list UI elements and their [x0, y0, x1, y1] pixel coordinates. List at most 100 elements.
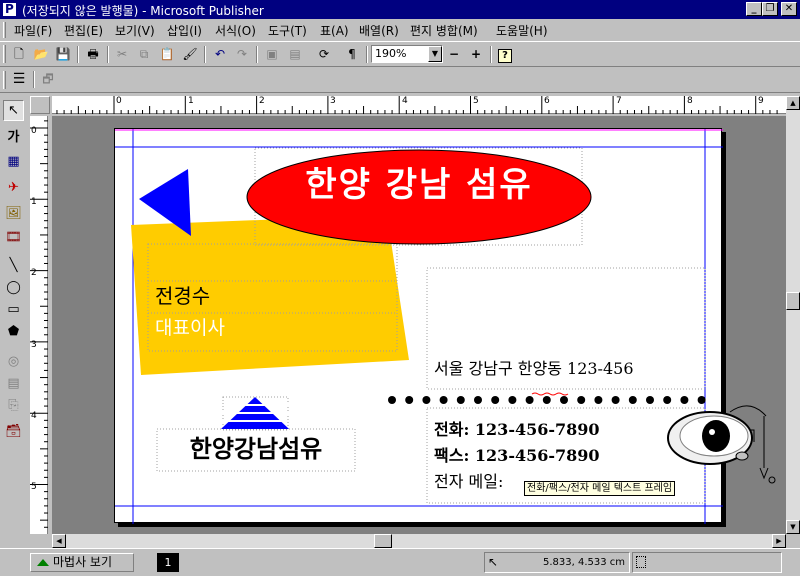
- publisher-app-icon[interactable]: [2, 2, 17, 17]
- custom-shape-tool-icon[interactable]: ⬟: [3, 322, 24, 343]
- object-size-icon: [636, 556, 646, 568]
- horizontal-ruler-ticks: [56, 96, 778, 114]
- divider-dot: [611, 396, 620, 404]
- clip-gallery-tool-icon[interactable]: 🎞: [3, 228, 24, 249]
- phone-text[interactable]: 전화: 123-456-7890: [434, 417, 600, 443]
- ruler-number: 1: [31, 197, 37, 207]
- menu-insert[interactable]: 삽입(I): [167, 22, 202, 39]
- person-title[interactable]: 대표이사: [155, 315, 225, 341]
- ruler-number: 4: [31, 411, 37, 421]
- line-tool-icon[interactable]: ╲: [3, 256, 24, 277]
- menu-bar: 파일(F) 편집(E) 보기(V) 삽입(I) 서식(O) 도구(T) 표(A)…: [0, 19, 800, 41]
- menu-file[interactable]: 파일(F): [14, 22, 52, 39]
- text-frame-tool-icon[interactable]: 가: [3, 128, 24, 149]
- divider-dot: [405, 396, 414, 404]
- send-to-back-icon[interactable]: ▤: [285, 45, 305, 64]
- design-gallery-tool-icon[interactable]: 🗃: [3, 422, 24, 443]
- align-icon[interactable]: ☰: [9, 70, 29, 89]
- print-icon[interactable]: 🖶: [83, 45, 103, 64]
- vertical-scrollbar[interactable]: ▲ ▼: [786, 96, 800, 534]
- cut-icon[interactable]: ✂: [112, 45, 132, 64]
- page-number-indicator[interactable]: 1: [157, 553, 179, 572]
- scroll-down-button[interactable]: ▼: [786, 520, 800, 534]
- show-special-characters-icon[interactable]: ¶: [342, 45, 362, 64]
- ruler-number: 5: [473, 96, 479, 106]
- menu-mail-merge[interactable]: 편지 병합(M): [410, 22, 478, 39]
- minimize-button[interactable]: _: [746, 2, 762, 16]
- toolbar-grip[interactable]: [3, 45, 6, 63]
- paste-icon[interactable]: 📋: [157, 45, 177, 64]
- rotate-icon[interactable]: ⟳: [314, 45, 334, 64]
- menu-arrange[interactable]: 배열(R): [359, 22, 399, 39]
- ruler-number: 7: [616, 96, 622, 106]
- ruler-number: 2: [31, 268, 37, 278]
- ruler-number: 4: [402, 96, 408, 106]
- company-name-oval-text[interactable]: 한양 강남 섬유: [247, 165, 591, 205]
- divider-dot: [577, 396, 586, 404]
- frame-properties-icon[interactable]: 🗗: [38, 70, 58, 89]
- toolbar-grip[interactable]: [3, 71, 6, 89]
- horizontal-scroll-thumb[interactable]: [374, 534, 392, 548]
- size-readout: [632, 552, 782, 573]
- vertical-scroll-thumb[interactable]: [786, 292, 800, 310]
- business-card-page[interactable]: 한양 강남 섬유 전경수 대표이사 서울 강남구 한양동 123-456 전화:…: [114, 128, 723, 524]
- menu-format[interactable]: 서식(O): [215, 22, 256, 39]
- divider-dot: [422, 396, 431, 404]
- position-text: 5.833, 4.533 cm: [542, 557, 625, 568]
- scroll-corner: [786, 534, 800, 548]
- format-painter-icon[interactable]: 🖌: [180, 45, 200, 64]
- divider-dot: [628, 396, 637, 404]
- scroll-left-button[interactable]: ◀: [52, 534, 66, 548]
- new-document-icon[interactable]: 🗋: [9, 45, 29, 64]
- menu-help[interactable]: 도움말(H): [496, 22, 548, 39]
- publication-workspace[interactable]: 한양 강남 섬유 전경수 대표이사 서울 강남구 한양동 123-456 전화:…: [52, 116, 786, 534]
- wizard-view-button[interactable]: 마법사 보기: [30, 553, 134, 572]
- restore-button[interactable]: ❐: [762, 2, 778, 16]
- rectangle-tool-icon[interactable]: ▭: [3, 300, 24, 321]
- menu-edit[interactable]: 편집(E): [64, 22, 103, 39]
- form-control-tool-icon[interactable]: ◎: [3, 352, 24, 373]
- menu-table[interactable]: 표(A): [320, 22, 349, 39]
- table-frame-tool-icon[interactable]: ▦: [3, 152, 24, 173]
- object-toolbar: ↖ 가 ▦ ✈ 🖼 🎞 ╲ ◯ ▭ ⬟ ◎ ▤ ⎘ 🗃: [0, 96, 28, 546]
- fax-text[interactable]: 팩스: 123-456-7890: [434, 443, 600, 469]
- zoom-in-icon[interactable]: +: [466, 45, 486, 64]
- email-label[interactable]: 전자 메일:: [434, 469, 503, 495]
- formatting-toolbar: ☰ 🗗: [0, 67, 800, 93]
- close-button[interactable]: ✕: [781, 2, 797, 16]
- redo-icon[interactable]: ↷: [232, 45, 252, 64]
- horizontal-ruler[interactable]: 0 1 2 3 4 5 6 7 8 9: [52, 96, 786, 114]
- vertical-ruler[interactable]: 0 1 2 3 4 5: [30, 116, 48, 534]
- zoom-select[interactable]: 190% ▼: [371, 45, 443, 63]
- logo-text[interactable]: 한양강남섬유: [157, 431, 355, 467]
- zoom-out-icon[interactable]: −: [444, 45, 464, 64]
- scroll-right-button[interactable]: ▶: [772, 534, 786, 548]
- open-folder-icon[interactable]: 📂: [31, 45, 51, 64]
- person-name[interactable]: 전경수: [155, 283, 210, 309]
- menu-view[interactable]: 보기(V): [115, 22, 155, 39]
- html-code-tool-icon[interactable]: ▤: [3, 374, 24, 395]
- ruler-corner[interactable]: [30, 96, 50, 114]
- undo-icon[interactable]: ↶: [210, 45, 230, 64]
- horizontal-scrollbar[interactable]: ◀ ▶: [52, 534, 786, 548]
- divider-dot: [508, 396, 517, 404]
- wordart-tool-icon[interactable]: ✈: [3, 178, 24, 199]
- scroll-up-button[interactable]: ▲: [786, 96, 800, 110]
- help-icon[interactable]: ?: [495, 45, 515, 64]
- pointer-tool-icon[interactable]: ↖: [3, 100, 24, 121]
- bring-to-front-icon[interactable]: ▣: [262, 45, 282, 64]
- divider-dot: [560, 396, 568, 404]
- hotspot-tool-icon[interactable]: ⎘: [3, 396, 24, 417]
- save-icon[interactable]: 💾: [53, 45, 73, 64]
- menu-grip[interactable]: [3, 22, 6, 38]
- frame-tooltip: 전화/팩스/전자 메일 텍스트 프레임: [524, 481, 676, 496]
- ruler-number: 0: [31, 126, 37, 136]
- picture-frame-tool-icon[interactable]: 🖼: [3, 204, 24, 225]
- copy-icon[interactable]: ⧉: [134, 45, 154, 64]
- menu-tools[interactable]: 도구(T): [268, 22, 307, 39]
- address-text[interactable]: 서울 강남구 한양동 123-456: [434, 358, 634, 380]
- oval-tool-icon[interactable]: ◯: [3, 278, 24, 299]
- title-bar: (저장되지 않은 발행물) - Microsoft Publisher _ ❐ …: [0, 0, 800, 19]
- chevron-down-icon[interactable]: ▼: [428, 46, 442, 62]
- office-assistant-icon[interactable]: [664, 394, 782, 494]
